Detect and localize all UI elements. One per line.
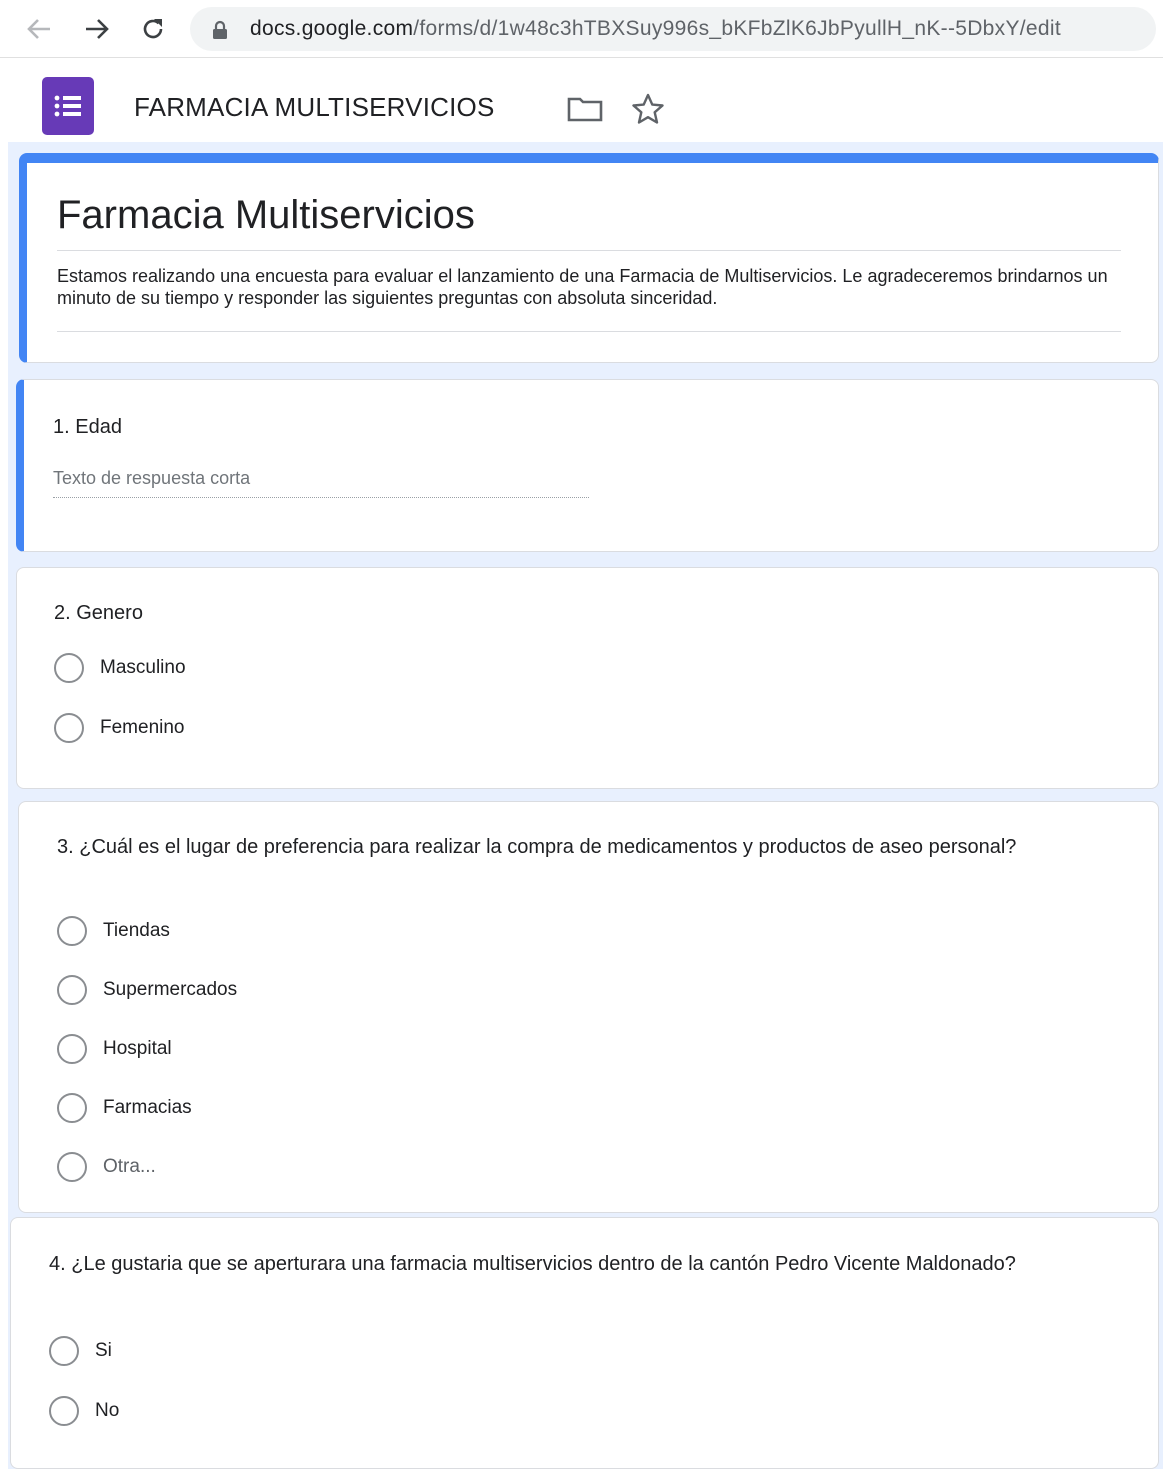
question-title[interactable]: 1. Edad xyxy=(53,412,122,442)
google-forms-logo-icon[interactable] xyxy=(42,77,94,135)
short-answer-field[interactable]: Texto de respuesta corta xyxy=(53,468,589,498)
question-title[interactable]: 2. Genero xyxy=(54,598,143,628)
question-card-lugar-compra[interactable]: 3. ¿Cuál es el lugar de preferencia para… xyxy=(18,801,1159,1213)
radio-button[interactable] xyxy=(57,975,87,1005)
radio-button[interactable] xyxy=(54,713,84,743)
radio-option[interactable]: Supermercados xyxy=(57,975,237,1005)
radio-button[interactable] xyxy=(49,1336,79,1366)
question-title[interactable]: 4. ¿Le gustaria que se aperturara una fa… xyxy=(49,1249,1129,1279)
option-label: Hospital xyxy=(103,1038,172,1059)
option-label: Farmacias xyxy=(103,1097,192,1118)
reload-icon[interactable] xyxy=(136,12,170,46)
question-card-genero[interactable]: 2. Genero Masculino Femenino xyxy=(16,567,1159,789)
option-label: No xyxy=(95,1400,120,1421)
document-title[interactable]: FARMACIA MULTISERVICIOS xyxy=(134,92,495,123)
radio-option[interactable]: Tiendas xyxy=(57,916,170,946)
radio-button[interactable] xyxy=(57,1152,87,1182)
radio-option[interactable]: Femenino xyxy=(54,713,185,743)
star-icon[interactable] xyxy=(629,93,667,124)
radio-option-other[interactable]: Otra... xyxy=(57,1152,156,1182)
question-card-apertura[interactable]: 4. ¿Le gustaria que se aperturara una fa… xyxy=(10,1217,1159,1469)
address-bar[interactable]: docs.google.com/forms/d/1w48c3hTBXSuy996… xyxy=(190,7,1156,51)
radio-option[interactable]: Farmacias xyxy=(57,1093,192,1123)
description-underline xyxy=(57,331,1121,332)
lock-icon xyxy=(212,18,230,40)
option-label: Otra... xyxy=(103,1156,156,1177)
form-title[interactable]: Farmacia Multiservicios xyxy=(57,193,475,238)
radio-option[interactable]: Si xyxy=(49,1336,112,1366)
radio-button[interactable] xyxy=(57,1034,87,1064)
title-underline xyxy=(57,250,1121,251)
form-header-card[interactable]: Farmacia Multiservicios Estamos realizan… xyxy=(19,153,1159,363)
radio-button[interactable] xyxy=(57,1093,87,1123)
form-description[interactable]: Estamos realizando una encuesta para eva… xyxy=(57,265,1121,309)
radio-option[interactable]: No xyxy=(49,1396,119,1426)
question-title[interactable]: 3. ¿Cuál es el lugar de preferencia para… xyxy=(57,832,1127,862)
option-label: Masculino xyxy=(100,657,186,678)
url-path: /forms/d/1w48c3hTBXSuy996s_bKFbZlK6JbPyu… xyxy=(413,17,1061,40)
folder-icon[interactable] xyxy=(566,94,604,124)
app-header: FARMACIA MULTISERVICIOS xyxy=(0,58,1163,144)
forward-arrow-icon[interactable] xyxy=(80,12,114,46)
browser-toolbar: docs.google.com/forms/d/1w48c3hTBXSuy996… xyxy=(0,0,1163,58)
radio-button[interactable] xyxy=(49,1396,79,1426)
radio-option[interactable]: Hospital xyxy=(57,1034,172,1064)
radio-button[interactable] xyxy=(54,653,84,683)
option-label: Supermercados xyxy=(103,979,238,1000)
question-card-edad[interactable]: 1. Edad Texto de respuesta corta xyxy=(16,379,1159,552)
radio-option[interactable]: Masculino xyxy=(54,653,186,683)
url-host: docs.google.com xyxy=(250,17,414,40)
back-arrow-icon[interactable] xyxy=(22,12,56,46)
option-label: Si xyxy=(95,1340,112,1361)
option-label: Tiendas xyxy=(103,920,170,941)
option-label: Femenino xyxy=(100,717,185,738)
url-text: docs.google.com/forms/d/1w48c3hTBXSuy996… xyxy=(250,17,1061,41)
radio-button[interactable] xyxy=(57,916,87,946)
